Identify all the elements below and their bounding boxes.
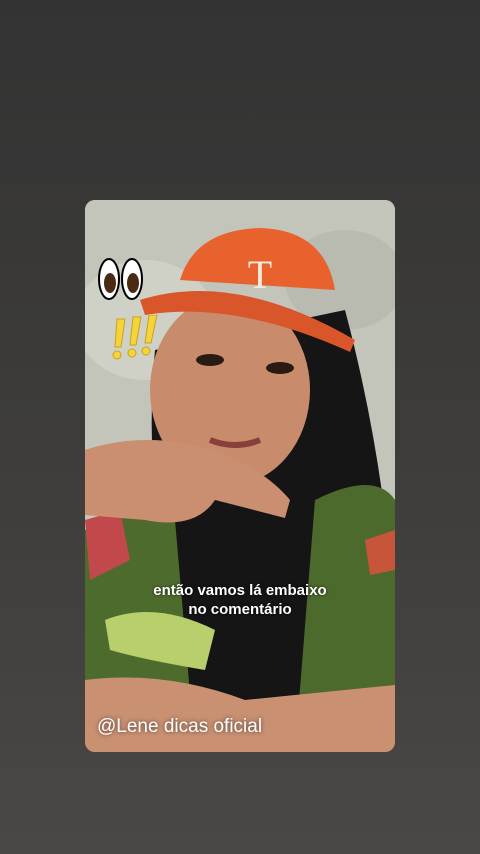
caption-line-1: então vamos lá embaixo [153, 582, 327, 599]
story-media[interactable]: T então vamos lá embaixo no comentário @… [85, 200, 395, 752]
story-caption: então vamos lá embaixo no comentário [85, 581, 395, 619]
caption-line-2: no comentário [188, 601, 292, 618]
eyes-icon [98, 258, 143, 300]
exclamation-marks-icon [112, 315, 158, 360]
username-handle[interactable]: @Lene dicas oficial [97, 716, 262, 738]
svg-text:T: T [248, 252, 272, 297]
